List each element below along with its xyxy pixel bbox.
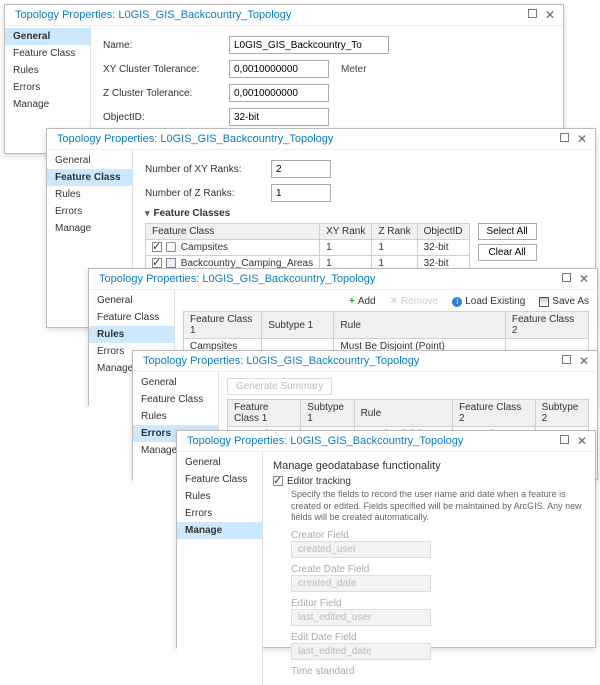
col-fc: Feature Class (146, 224, 320, 240)
sidebar-item-errors[interactable]: Errors (177, 505, 262, 522)
point-icon (166, 242, 176, 252)
sidebar-item-rules[interactable]: Rules (133, 408, 218, 425)
col-fc2: Feature Class 2 (453, 400, 536, 427)
maximize-icon[interactable] (528, 9, 537, 18)
col-xy: XY Rank (320, 224, 372, 240)
close-icon[interactable]: ✕ (545, 9, 555, 21)
sidebar-item-rules[interactable]: Rules (5, 62, 90, 79)
col-st2: Subtype 2 (535, 400, 588, 427)
sidebar-item-general[interactable]: General (177, 454, 262, 471)
titlebar: Topology Properties: L0GIS_GIS_Backcount… (133, 351, 597, 372)
info-icon: i (452, 297, 462, 307)
z-ranks-input[interactable] (271, 184, 331, 202)
edit-date-label: Edit Date Field (291, 632, 585, 643)
editor-tracking-label: Editor tracking (287, 476, 351, 487)
name-label: Name: (103, 40, 223, 51)
polygon-icon (166, 258, 176, 268)
editor-field-label: Editor Field (291, 598, 585, 609)
col-rule: Rule (354, 400, 452, 427)
x-icon: ✕ (390, 296, 398, 307)
xy-ranks-input[interactable] (271, 160, 331, 178)
titlebar: Topology Properties: L0GIS_GIS_Backcount… (47, 129, 595, 150)
close-icon[interactable]: ✕ (579, 273, 589, 285)
z-ranks-label: Number of Z Ranks: (145, 188, 265, 199)
maximize-icon[interactable] (562, 273, 571, 282)
z-tol-input[interactable] (229, 84, 329, 102)
dialog-title: Topology Properties: L0GIS_GIS_Backcount… (15, 9, 291, 21)
fc-section-header[interactable]: Feature Classes (145, 208, 583, 219)
sidebar-item-general[interactable]: General (47, 152, 132, 169)
close-icon[interactable]: ✕ (579, 355, 589, 367)
oid-label: ObjectID: (103, 112, 223, 123)
sidebar-item-rules[interactable]: Rules (47, 186, 132, 203)
edit-date-input[interactable]: last_edited_date (291, 643, 431, 660)
col-fc2: Feature Class 2 (505, 312, 588, 339)
select-all-button[interactable]: Select All (478, 223, 537, 240)
creator-field-input[interactable]: created_user (291, 541, 431, 558)
sidebar-item-rules[interactable]: Rules (177, 488, 262, 505)
dialog-title: Topology Properties: L0GIS_GIS_Backcount… (187, 435, 463, 447)
xy-tol-unit: Meter (341, 64, 367, 75)
creator-field-label: Creator Field (291, 530, 585, 541)
sidebar: General Feature Class Rules Errors Manag… (5, 26, 91, 142)
col-fc1: Feature Class 1 (228, 400, 301, 427)
sidebar-item-manage[interactable]: Manage (5, 96, 90, 113)
save-icon (539, 297, 549, 307)
save-as-button[interactable]: Save As (539, 296, 589, 307)
clear-all-button[interactable]: Clear All (478, 244, 537, 261)
create-date-label: Create Date Field (291, 564, 585, 575)
col-rule: Rule (334, 312, 505, 339)
sidebar: General Feature Class Rules Errors Manag… (177, 452, 263, 685)
table-row[interactable]: Campsites 1 1 32-bit (146, 240, 470, 256)
manage-heading: Manage geodatabase functionality (273, 460, 585, 472)
col-st1: Subtype 1 (301, 400, 354, 427)
col-fc1: Feature Class 1 (184, 312, 262, 339)
dialog-title: Topology Properties: L0GIS_GIS_Backcount… (99, 273, 375, 285)
maximize-icon[interactable] (560, 133, 569, 142)
sidebar-item-errors[interactable]: Errors (47, 203, 132, 220)
sidebar-item-feature-class[interactable]: Feature Class (177, 471, 262, 488)
dialog-title: Topology Properties: L0GIS_GIS_Backcount… (143, 355, 419, 367)
col-z: Z Rank (372, 224, 417, 240)
sidebar-item-rules[interactable]: Rules (89, 326, 174, 343)
add-button[interactable]: +Add (349, 296, 376, 307)
titlebar: Topology Properties: L0GIS_GIS_Backcount… (89, 269, 597, 290)
xy-tol-label: XY Cluster Tolerance: (103, 64, 223, 75)
sidebar-item-errors[interactable]: Errors (5, 79, 90, 96)
sidebar-item-feature-class[interactable]: Feature Class (47, 169, 132, 186)
xy-ranks-label: Number of XY Ranks: (145, 164, 265, 175)
generate-summary-button[interactable]: Generate Summary (227, 378, 332, 395)
sidebar-item-general[interactable]: General (133, 374, 218, 391)
maximize-icon[interactable] (562, 355, 571, 364)
dialog-title: Topology Properties: L0GIS_GIS_Backcount… (57, 133, 333, 145)
titlebar: Topology Properties: L0GIS_GIS_Backcount… (177, 431, 595, 452)
plus-icon: + (349, 296, 355, 307)
sidebar-item-general[interactable]: General (5, 28, 90, 45)
time-standard-label: Time standard (291, 666, 585, 677)
editor-tracking-checkbox[interactable] (273, 476, 283, 486)
name-input[interactable] (229, 36, 389, 54)
close-icon[interactable]: ✕ (577, 435, 587, 447)
editor-field-input[interactable]: last_edited_user (291, 609, 431, 626)
sidebar-item-general[interactable]: General (89, 292, 174, 309)
sidebar-item-feature-class[interactable]: Feature Class (89, 309, 174, 326)
checkbox-icon[interactable] (152, 242, 162, 252)
load-existing-button[interactable]: iLoad Existing (452, 296, 525, 307)
create-date-input[interactable]: created_date (291, 575, 431, 592)
remove-button[interactable]: ✕Remove (390, 296, 439, 307)
col-st1: Subtype 1 (262, 312, 334, 339)
checkbox-icon[interactable] (152, 258, 162, 268)
z-tol-label: Z Cluster Tolerance: (103, 88, 223, 99)
titlebar: Topology Properties: L0GIS_GIS_Backcount… (5, 5, 563, 26)
oid-input[interactable] (229, 108, 329, 126)
sidebar-item-feature-class[interactable]: Feature Class (133, 391, 218, 408)
col-oid: ObjectID (417, 224, 469, 240)
sidebar-item-feature-class[interactable]: Feature Class (5, 45, 90, 62)
sidebar-item-manage[interactable]: Manage (177, 522, 262, 539)
xy-tol-input[interactable] (229, 60, 329, 78)
sidebar-item-manage[interactable]: Manage (47, 220, 132, 237)
editor-tracking-desc: Specify the fields to record the user na… (291, 489, 585, 524)
maximize-icon[interactable] (560, 435, 569, 444)
close-icon[interactable]: ✕ (577, 133, 587, 145)
